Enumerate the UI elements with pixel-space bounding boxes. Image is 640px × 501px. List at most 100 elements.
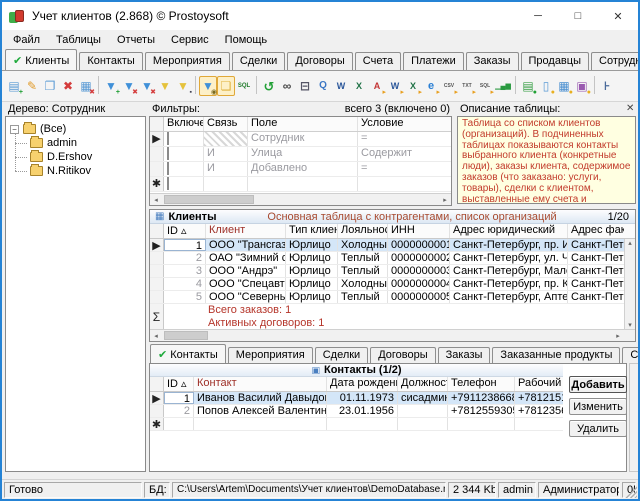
- filter-enabled-checkbox[interactable]: [167, 147, 169, 160]
- filter-condition-cell[interactable]: =: [358, 132, 451, 146]
- add-button[interactable]: Добавить: [569, 376, 627, 393]
- filter-row[interactable]: ИДобавлено=: [150, 162, 451, 177]
- filter-delete-all-icon[interactable]: ▼✖: [138, 76, 156, 96]
- contact-cell[interactable]: Попов Алексей Валентинович: [194, 405, 327, 417]
- column-header[interactable]: Включен: [164, 117, 204, 131]
- find-icon[interactable]: ∞: [278, 76, 296, 96]
- scrollbar-thumb[interactable]: [164, 195, 254, 204]
- menu-file[interactable]: Файл: [5, 32, 48, 48]
- client-cell[interactable]: Теплый: [338, 252, 388, 264]
- minimize-icon[interactable]: ─: [518, 2, 558, 30]
- client-cell[interactable]: ОАО "Зимний сад": [206, 252, 286, 264]
- filter-delete-icon[interactable]: ▼✖: [120, 76, 138, 96]
- client-cell[interactable]: Санкт-Петербург, ул. Чуднов: [450, 252, 568, 264]
- filter-enabled-checkbox[interactable]: [167, 132, 169, 145]
- client-cell[interactable]: Холодный: [338, 239, 388, 251]
- contact-cell[interactable]: 01.11.1973: [327, 392, 398, 404]
- scroll-right-icon[interactable]: ▸: [439, 194, 451, 205]
- scroll-down-icon[interactable]: ▾: [628, 321, 632, 329]
- contact-cell[interactable]: сисадмин: [398, 392, 448, 404]
- menu-help[interactable]: Помощь: [217, 32, 276, 48]
- tab-events[interactable]: Мероприятия: [228, 347, 313, 363]
- tab-orders[interactable]: Заказы: [466, 52, 519, 70]
- tab-payments[interactable]: Платежи: [403, 52, 464, 70]
- contact-cell[interactable]: +78121512: [515, 392, 563, 404]
- client-cell[interactable]: Санкт-Пет: [568, 278, 624, 290]
- client-cell[interactable]: Санкт-Петербург, Аптекарск: [450, 291, 568, 303]
- tree-toggle-icon[interactable]: ❏: [217, 76, 235, 96]
- export-acrobat-icon[interactable]: A▸: [368, 76, 386, 96]
- refresh-icon[interactable]: ↺: [260, 76, 278, 96]
- client-cell[interactable]: Санкт-Петербург, Малоохтин: [450, 265, 568, 277]
- column-header-5[interactable]: Адрес юридический: [450, 224, 568, 238]
- record-form-icon[interactable]: ▤●: [519, 76, 537, 96]
- tree-node-admin[interactable]: admin: [28, 136, 143, 150]
- edit-button[interactable]: Изменить: [569, 398, 627, 415]
- preview-icon[interactable]: Q: [314, 76, 332, 96]
- client-row-5[interactable]: 5ООО "Северный Бриг"ЮрлицоТеплый00000000…: [150, 291, 635, 304]
- description-close-icon[interactable]: ✕: [626, 103, 634, 114]
- tab-invoices[interactable]: Счета: [355, 52, 401, 70]
- scroll-left-icon[interactable]: ◂: [150, 194, 162, 205]
- filter-link-cell[interactable]: [204, 132, 248, 146]
- column-header[interactable]: Связь: [204, 117, 248, 131]
- menu-service[interactable]: Сервис: [163, 32, 217, 48]
- filter-save-icon[interactable]: ▼▪: [174, 76, 192, 96]
- add-record-icon[interactable]: ▤+: [5, 76, 23, 96]
- chart-icon[interactable]: ▁▄▆: [494, 76, 512, 96]
- tree-node-n-ritikov[interactable]: N.Ritikov: [28, 164, 143, 178]
- filter-link-cell[interactable]: И: [204, 162, 248, 176]
- clients-vertical-scrollbar[interactable]: ▴ ▾: [624, 239, 635, 329]
- report-form-icon[interactable]: ▯●: [537, 76, 555, 96]
- filter-condition-cell[interactable]: =: [358, 162, 451, 176]
- filters-horizontal-scrollbar[interactable]: ◂▸: [150, 193, 451, 205]
- tab-contracts[interactable]: Договоры: [287, 52, 352, 70]
- contact-row-2[interactable]: 2Попов Алексей Валентинович23.01.1956+78…: [150, 405, 563, 418]
- client-cell[interactable]: 3: [164, 265, 206, 277]
- maximize-icon[interactable]: □: [558, 2, 598, 30]
- filter-new-row[interactable]: ✱: [150, 177, 451, 192]
- contact-row-1[interactable]: ▶1Иванов Василий Давыдович01.11.1973сиса…: [150, 392, 563, 405]
- sql-filter-icon[interactable]: SQL: [235, 76, 253, 96]
- client-cell[interactable]: Санкт-Пет: [568, 265, 624, 277]
- scroll-up-icon[interactable]: ▴: [628, 239, 632, 247]
- client-cell[interactable]: Санкт-Пет: [568, 291, 624, 303]
- client-cell[interactable]: 1: [164, 239, 206, 251]
- client-cell[interactable]: 5: [164, 291, 206, 303]
- word-template-icon[interactable]: W: [332, 76, 350, 96]
- client-row-2[interactable]: 2ОАО "Зимний сад"ЮрлицоТеплый0000000002С…: [150, 252, 635, 265]
- tree-root-label[interactable]: (Все): [40, 123, 66, 135]
- copy-record-icon[interactable]: ❐: [41, 76, 59, 96]
- client-cell[interactable]: Теплый: [338, 291, 388, 303]
- column-header-5[interactable]: Рабочий те: [515, 377, 563, 391]
- scroll-left-icon[interactable]: ◂: [150, 330, 162, 341]
- client-cell[interactable]: ООО "Трансгаз": [206, 239, 286, 251]
- contact-cell[interactable]: [398, 405, 448, 417]
- client-cell[interactable]: Санкт-Пет: [568, 252, 624, 264]
- tree-node-d-ershov[interactable]: D.Ershov: [28, 150, 143, 164]
- scrollbar-thumb[interactable]: [164, 331, 208, 340]
- contact-cell[interactable]: +79112386682: [448, 392, 515, 404]
- contacts-vertical-scrollbar[interactable]: [629, 363, 640, 472]
- client-cell[interactable]: 0000000002: [388, 252, 450, 264]
- contacts-new-row[interactable]: ✱: [150, 418, 563, 431]
- client-cell[interactable]: Теплый: [338, 265, 388, 277]
- export-csv-icon[interactable]: CSV▸: [440, 76, 458, 96]
- column-header[interactable]: Условие: [358, 117, 451, 131]
- tab-orders[interactable]: Заказы: [438, 347, 491, 363]
- filter-toggle-icon[interactable]: ▼◉: [199, 76, 217, 96]
- client-cell[interactable]: Юрлицо: [286, 291, 338, 303]
- filter-enabled-checkbox[interactable]: [167, 162, 169, 175]
- tab-ordered-products[interactable]: Заказанные продукты: [492, 347, 620, 363]
- column-header-1[interactable]: Клиент: [206, 224, 286, 238]
- filter-field-cell[interactable]: Добавлено: [248, 162, 358, 176]
- client-row-4[interactable]: 4ООО "Спецавтомат"ЮрлицоХолодный00000000…: [150, 278, 635, 291]
- client-cell[interactable]: 0000000001: [388, 239, 450, 251]
- filter-field-cell[interactable]: Сотрудник: [248, 132, 358, 146]
- column-header-2[interactable]: Дата рождения: [327, 377, 398, 391]
- export-excel-icon[interactable]: X▸: [404, 76, 422, 96]
- filter-condition-cell[interactable]: Содержит: [358, 147, 451, 161]
- client-cell[interactable]: Санкт-Пет: [568, 239, 624, 251]
- client-cell[interactable]: ООО "Спецавтомат": [206, 278, 286, 290]
- client-cell[interactable]: Санкт-Петербург, пр. Космо: [450, 278, 568, 290]
